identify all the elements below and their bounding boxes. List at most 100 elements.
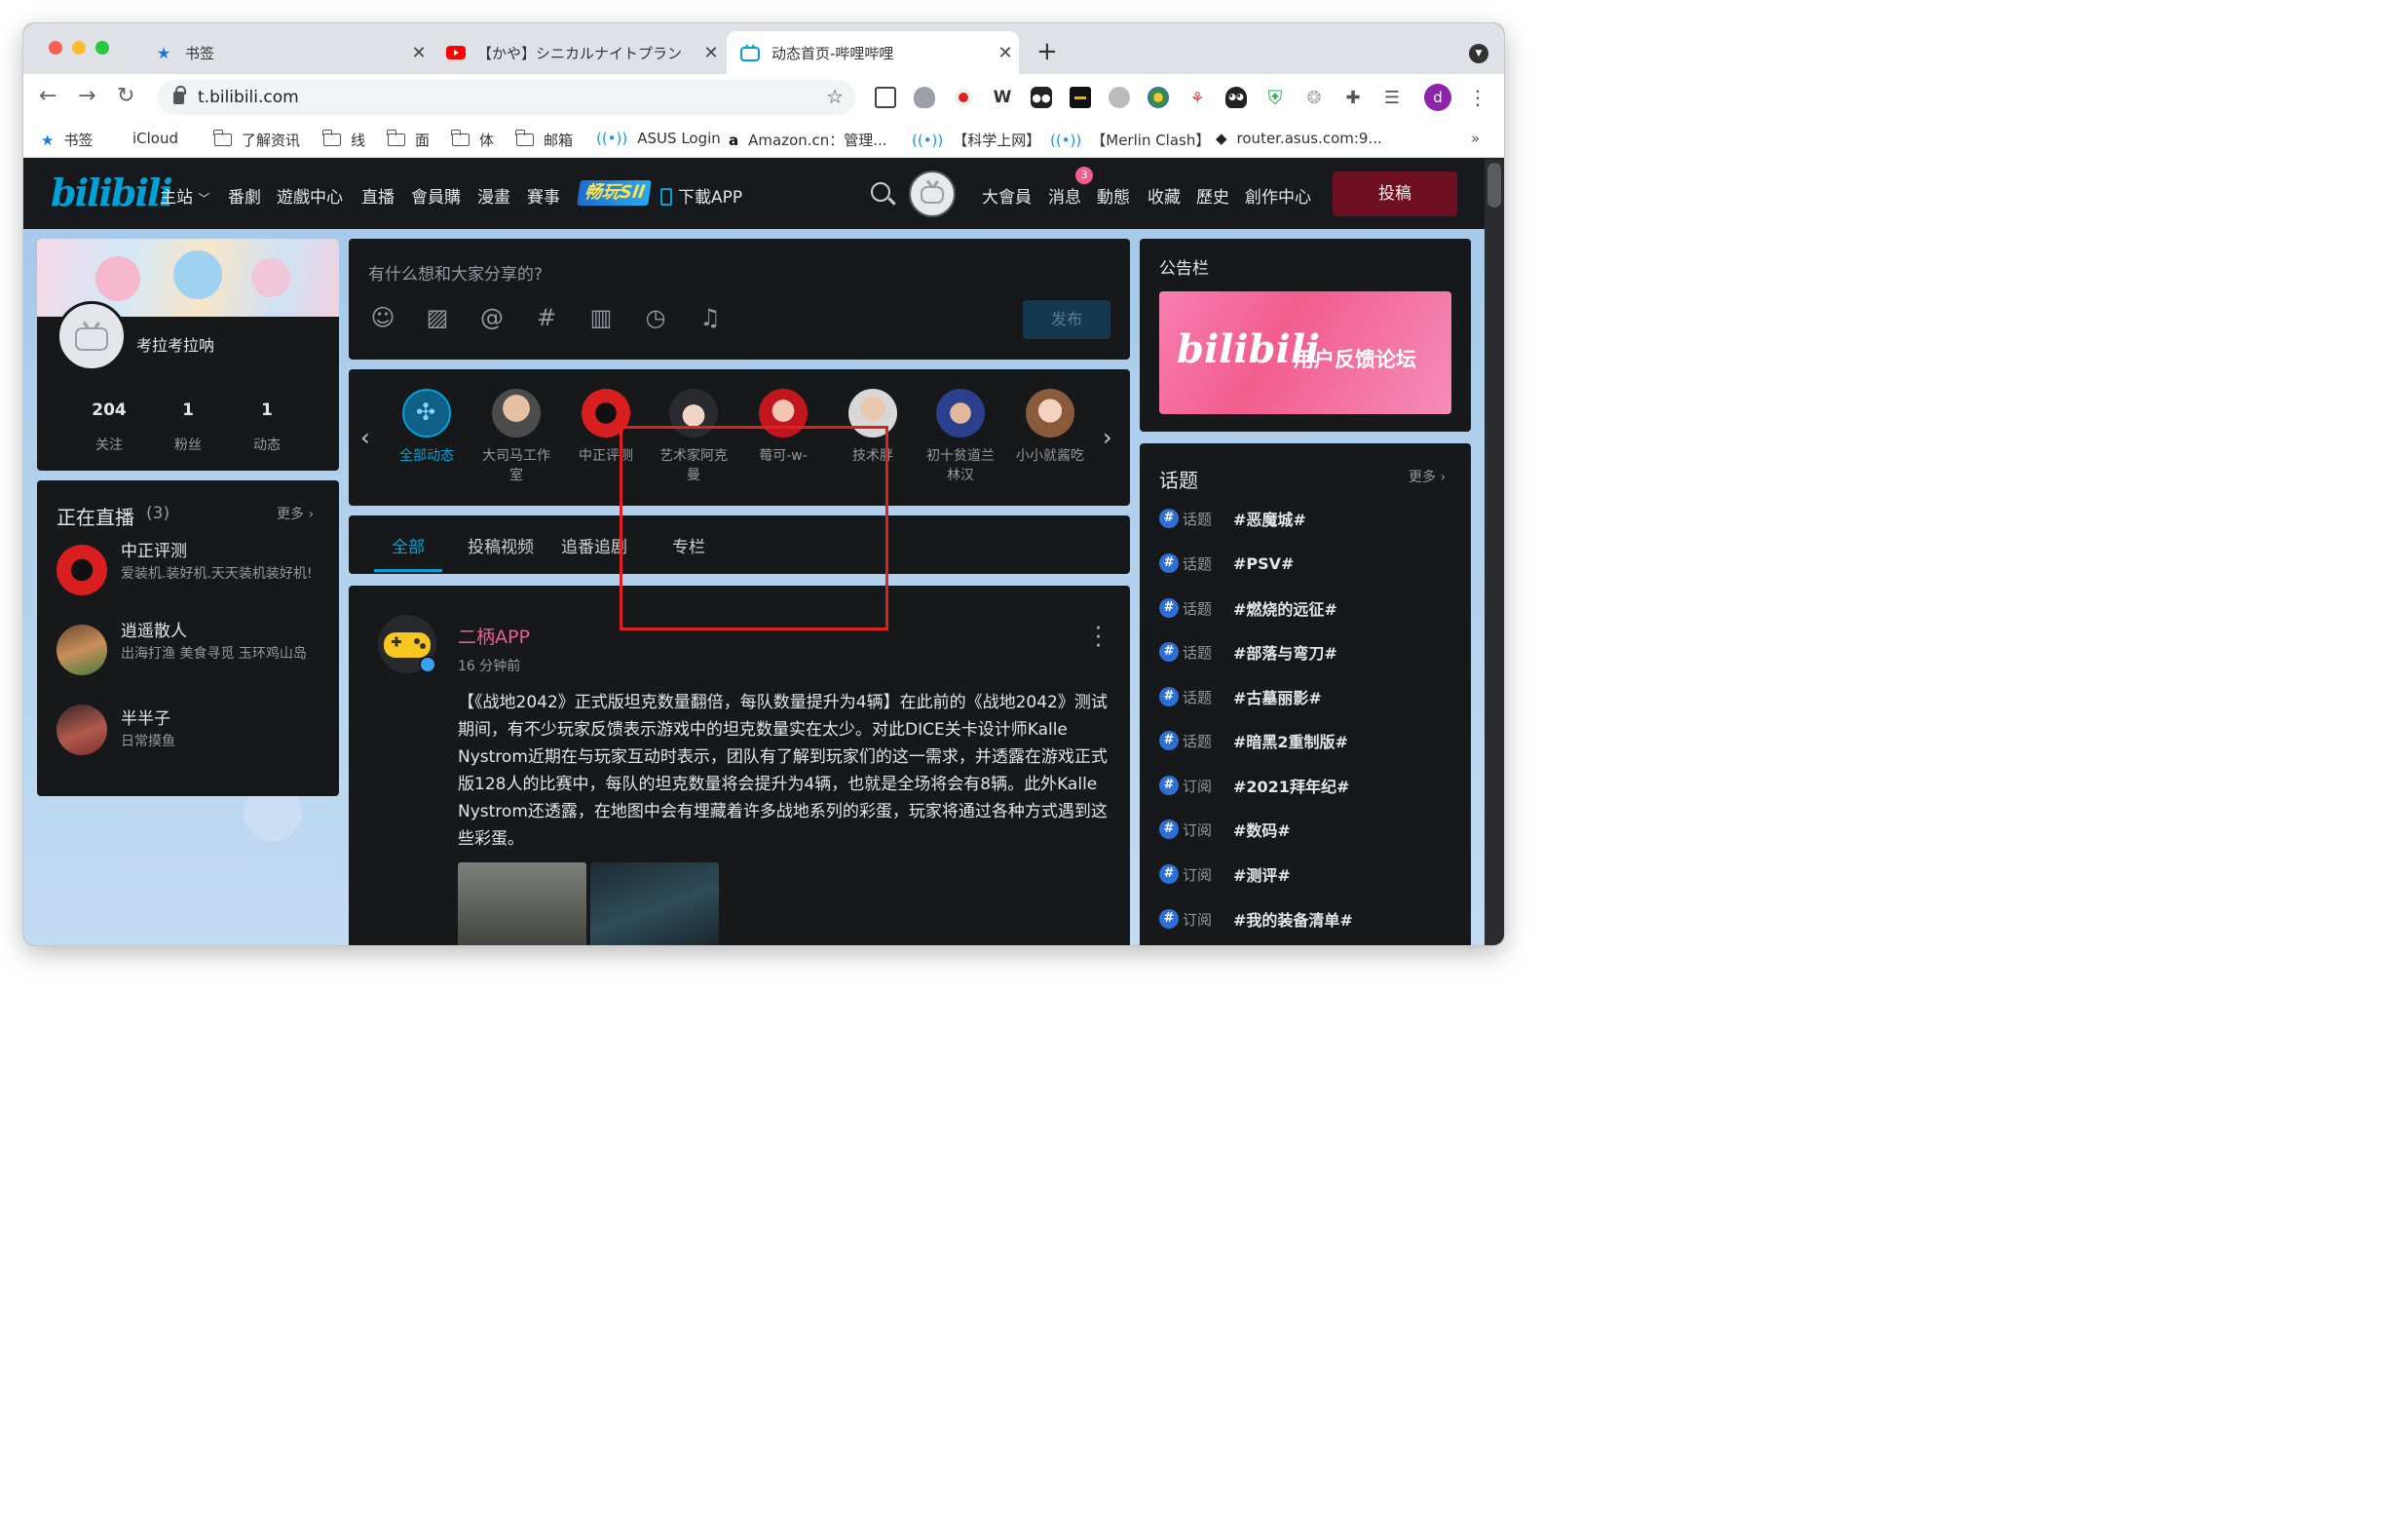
up-item[interactable]: 大司马工作室 xyxy=(477,389,555,485)
live-more-link[interactable]: 更多 › xyxy=(277,504,314,523)
feed-author-name[interactable]: 二柄APP xyxy=(458,623,530,649)
bookmark-item[interactable]: ★ 书签 xyxy=(41,130,93,150)
tab-youtube[interactable]: 【かや】シニカルナイトプラン ✕ xyxy=(433,31,725,74)
feed-timestamp[interactable]: 16 分钟前 xyxy=(458,656,520,675)
bookmark-folder[interactable]: 面 xyxy=(387,130,430,150)
nav-history[interactable]: 歷史 xyxy=(1196,183,1229,208)
nav-shop[interactable]: 會員購 xyxy=(411,183,461,208)
more-options-icon[interactable]: · · · xyxy=(1095,619,1102,658)
globe-extension-icon[interactable] xyxy=(1148,87,1169,108)
live-avatar[interactable] xyxy=(56,545,107,595)
bookmark-item[interactable]: ((•)) 【科学上网】 xyxy=(912,130,1040,150)
schedule-icon[interactable]: ◷ xyxy=(641,303,670,332)
nav-favorites[interactable]: 收藏 xyxy=(1148,183,1181,208)
bookmark-item[interactable]: ((•)) ASUS Login xyxy=(596,130,721,147)
screenshot-extension-icon[interactable] xyxy=(875,87,896,108)
profile-avatar[interactable]: d xyxy=(1424,84,1451,111)
close-tab-icon[interactable]: ✕ xyxy=(992,43,1019,63)
upload-button[interactable]: 投稿 xyxy=(1333,171,1457,216)
nav-dynamics[interactable]: 動態 xyxy=(1097,183,1130,208)
bookmark-folder[interactable]: 体 xyxy=(451,130,494,150)
topic-item[interactable]: # 订阅 #数码# xyxy=(1159,816,1291,843)
terminal-extension-icon[interactable] xyxy=(1070,87,1091,108)
tab-bilibili[interactable]: 动态首页-哔哩哔哩 ✕ xyxy=(727,31,1019,74)
bookmark-item[interactable]: ◆ router.asus.com:9... xyxy=(1216,130,1382,147)
nav-vip[interactable]: 大會員 xyxy=(982,183,1032,208)
emoji-icon[interactable]: ☺ xyxy=(368,303,397,332)
topic-item[interactable]: # 话题 #恶魔城# xyxy=(1159,505,1306,532)
topic-item[interactable]: # 订阅 #2021拜年纪# xyxy=(1159,772,1349,799)
topic-hash-icon[interactable]: # xyxy=(532,303,561,332)
nav-live[interactable]: 直播 xyxy=(361,183,395,208)
tree-extension-icon[interactable]: ⚘ xyxy=(1186,87,1208,108)
bookmarks-overflow-button[interactable]: » xyxy=(1471,130,1480,147)
zoom-window-button[interactable] xyxy=(95,41,109,55)
chevron-left-icon[interactable]: ‹ xyxy=(360,424,370,451)
bookmark-folder[interactable]: 了解资讯 xyxy=(213,130,300,150)
live-room-title[interactable]: 出海打渔 美食寻觅 玉环鸡山岛 xyxy=(121,644,325,664)
profile-avatar-large[interactable] xyxy=(56,301,127,371)
ghost-extension-icon[interactable]: ◕◕ xyxy=(1225,87,1247,108)
adguard-shield-icon[interactable]: ⛨ xyxy=(1264,86,1286,109)
nav-manga[interactable]: 漫畫 xyxy=(477,183,510,208)
live-streamer-name[interactable]: 半半子 xyxy=(121,705,170,729)
glasses-extension-icon[interactable]: ●● xyxy=(1031,87,1052,108)
mention-icon[interactable]: @ xyxy=(477,303,507,332)
topics-more-link[interactable]: 更多 › xyxy=(1409,467,1446,486)
nav-esports[interactable]: 賽事 xyxy=(527,183,560,208)
topic-item[interactable]: # 话题 #暗黑2重制版# xyxy=(1159,727,1348,754)
nav-game-center[interactable]: 遊戲中心 xyxy=(277,183,343,208)
bookmark-folder[interactable]: 线 xyxy=(322,130,365,150)
red-dot-extension-icon[interactable] xyxy=(953,87,974,108)
shield-extension-icon[interactable] xyxy=(914,87,935,108)
live-room-title[interactable]: 爱装机.装好机.天天装机装好机! xyxy=(121,564,325,584)
gear-extension-icon[interactable]: ❂ xyxy=(1303,87,1325,108)
nav-main[interactable]: 主站 ﹀ xyxy=(160,183,209,208)
live-avatar[interactable] xyxy=(56,625,107,675)
up-item-all[interactable]: ✣ 全部动态 xyxy=(388,389,466,466)
bookmark-star-icon[interactable]: ☆ xyxy=(826,85,844,108)
film-extension-icon[interactable] xyxy=(1109,87,1130,108)
address-bar[interactable]: t.bilibili.com ☆ xyxy=(158,80,855,115)
browser-menu-icon[interactable]: ⋮ xyxy=(1467,86,1488,109)
forward-icon[interactable]: → xyxy=(78,84,95,108)
vote-icon[interactable]: ▥ xyxy=(586,303,616,332)
topic-item[interactable]: # 话题 #PSV# xyxy=(1159,550,1294,577)
image-icon[interactable]: ▨ xyxy=(423,303,452,332)
close-tab-icon[interactable]: ✕ xyxy=(405,43,433,63)
puzzle-extensions-icon[interactable]: ✚ xyxy=(1342,87,1364,108)
live-streamer-name[interactable]: 中正评测 xyxy=(121,537,187,561)
minimize-window-button[interactable] xyxy=(72,41,86,55)
up-item[interactable]: 初十贫道兰林汉 xyxy=(922,389,999,485)
followers-count[interactable]: 1 xyxy=(149,400,227,420)
live-avatar[interactable] xyxy=(56,705,107,755)
up-item[interactable]: 小小就酱吃 xyxy=(1011,389,1089,466)
feed-image[interactable] xyxy=(590,862,719,945)
bookmark-item[interactable]: iCloud xyxy=(123,130,178,147)
tab-videos[interactable]: 投稿视频 xyxy=(468,533,534,557)
topic-item[interactable]: # 订阅 #测评# xyxy=(1159,860,1291,888)
live-reserve-icon[interactable]: ♫ xyxy=(696,303,725,332)
nav-messages[interactable]: 消息 xyxy=(1048,183,1081,208)
topic-item[interactable]: # 话题 #部落与弯刀# xyxy=(1159,638,1337,666)
new-tab-button[interactable]: + xyxy=(1036,37,1058,66)
reload-icon[interactable]: ↻ xyxy=(117,84,134,108)
bookmark-item[interactable]: ((•)) 【Merlin Clash】 xyxy=(1050,130,1210,150)
dynamics-count[interactable]: 1 xyxy=(228,400,306,420)
chevron-right-icon[interactable]: › xyxy=(1103,424,1112,451)
feedback-forum-banner[interactable]: bilibili 用户反馈论坛 xyxy=(1159,291,1451,414)
media-queue-icon[interactable]: ☰ xyxy=(1381,87,1403,108)
tab-search-icon[interactable]: ▼ xyxy=(1469,44,1488,63)
nav-anime[interactable]: 番劇 xyxy=(228,183,261,208)
tab-bangumi[interactable]: 追番追剧 xyxy=(561,533,627,557)
topic-item[interactable]: # 话题 #燃烧的远征# xyxy=(1159,594,1337,622)
feed-image[interactable] xyxy=(458,862,586,945)
back-icon[interactable]: ← xyxy=(39,84,56,108)
nav-creator-center[interactable]: 創作中心 xyxy=(1245,183,1311,208)
bookmark-folder[interactable]: 邮箱 xyxy=(515,130,573,150)
topic-item[interactable]: # 订阅 #我的装备清单# xyxy=(1159,905,1353,933)
bilibili-logo[interactable]: bilibili xyxy=(51,171,173,214)
download-app-link[interactable]: 下載APP xyxy=(660,183,742,208)
publish-button[interactable]: 发布 xyxy=(1023,300,1110,339)
close-window-button[interactable] xyxy=(49,41,62,55)
